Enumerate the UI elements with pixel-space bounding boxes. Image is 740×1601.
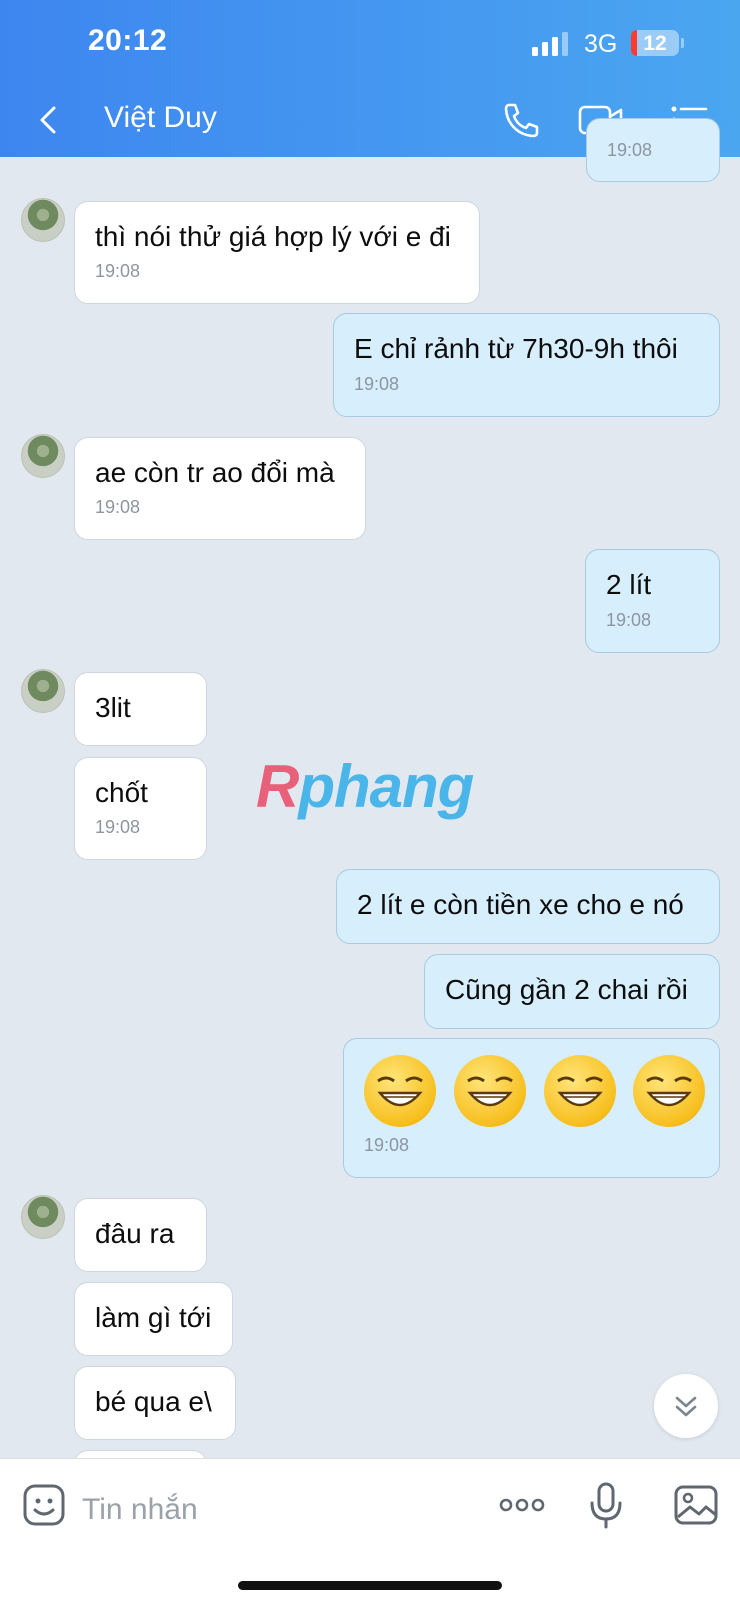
home-indicator[interactable]: [238, 1581, 502, 1590]
message-bubble-in[interactable]: ae còn tr ao đổi mà 19:08: [74, 437, 366, 540]
message-input-bar: [0, 1458, 740, 1601]
message-bubble-out[interactable]: Cũng gần 2 chai rồi: [424, 954, 720, 1029]
scroll-to-bottom-button[interactable]: [654, 1374, 718, 1438]
message-bubble-out[interactable]: 2 lít 19:08: [585, 549, 720, 653]
message-text: 2 lít e còn tiền xe cho e nó: [357, 889, 684, 920]
grinning-face-icon: [364, 1055, 436, 1127]
message-text: chốt: [95, 777, 148, 808]
message-bubble-out[interactable]: 19:08: [343, 1038, 720, 1178]
grinning-face-icon: [453, 1055, 526, 1127]
message-time: 19:08: [95, 261, 141, 281]
grinning-face-icon: [543, 1055, 616, 1127]
message-bubble-out[interactable]: 2 lít e còn tiền xe cho e nó: [336, 869, 720, 944]
message-text: E chỉ rảnh từ 7h30-9h thôi: [354, 333, 678, 364]
back-icon[interactable]: [34, 100, 64, 140]
message-text: Cũng gần 2 chai rồi: [445, 974, 688, 1005]
message-text: bé qua e\: [95, 1386, 212, 1417]
message-text: 2 lít: [606, 569, 652, 600]
status-time: 20:12: [88, 24, 168, 57]
message-text: đâu ra: [95, 1218, 175, 1249]
message-time: 19:08: [354, 374, 400, 394]
message-bubble-in[interactable]: bé qua e\: [74, 1366, 236, 1440]
chevron-double-down-icon: [675, 1396, 697, 1417]
signal-icon: [532, 32, 568, 56]
avatar[interactable]: [21, 434, 65, 478]
message-bubble-in[interactable]: đâu ra: [74, 1198, 207, 1272]
watermark-logo: Rphang: [256, 752, 474, 821]
network-type: 3G: [584, 30, 618, 58]
battery-level: 12: [643, 32, 667, 55]
message-time: 19:08: [95, 497, 141, 517]
message-bubble-in[interactable]: 3lit: [74, 672, 207, 746]
microphone-icon[interactable]: [582, 1481, 630, 1529]
emoji-row: [364, 1055, 706, 1135]
sticker-icon[interactable]: [20, 1481, 68, 1529]
message-text: ae còn tr ao đổi mà: [95, 457, 335, 488]
watermark-text: phang: [298, 753, 474, 820]
avatar[interactable]: [21, 669, 65, 713]
message-text: 3lit: [95, 692, 131, 723]
message-bubble-in[interactable]: thì nói thử giá hợp lý với e đi 19:08: [74, 201, 480, 304]
phone-icon[interactable]: [500, 100, 542, 140]
image-gallery-icon[interactable]: [672, 1481, 720, 1529]
chat-title[interactable]: Việt Duy: [104, 101, 217, 135]
message-time: 19:08: [607, 140, 653, 160]
message-time: 19:08: [606, 610, 652, 630]
message-input[interactable]: [80, 1483, 464, 1537]
message-bubble-in[interactable]: làm gì tới: [74, 1282, 233, 1356]
watermark-letter: R: [256, 753, 299, 820]
message-bubble-in[interactable]: chốt 19:08: [74, 757, 207, 860]
grinning-face-icon: [633, 1055, 706, 1127]
battery-tip: [681, 38, 684, 48]
message-time: 19:08: [364, 1135, 410, 1155]
message-bubble-out[interactable]: 19:08: [586, 118, 720, 182]
battery-icon: 12: [631, 30, 679, 56]
avatar[interactable]: [21, 1195, 65, 1239]
message-bubble-out[interactable]: E chỉ rảnh từ 7h30-9h thôi 19:08: [333, 313, 720, 417]
message-text: thì nói thử giá hợp lý với e đi: [95, 221, 451, 252]
avatar[interactable]: [21, 198, 65, 242]
message-time: 19:08: [95, 817, 141, 837]
message-text: làm gì tới: [95, 1302, 212, 1333]
more-options-icon[interactable]: [498, 1481, 546, 1529]
